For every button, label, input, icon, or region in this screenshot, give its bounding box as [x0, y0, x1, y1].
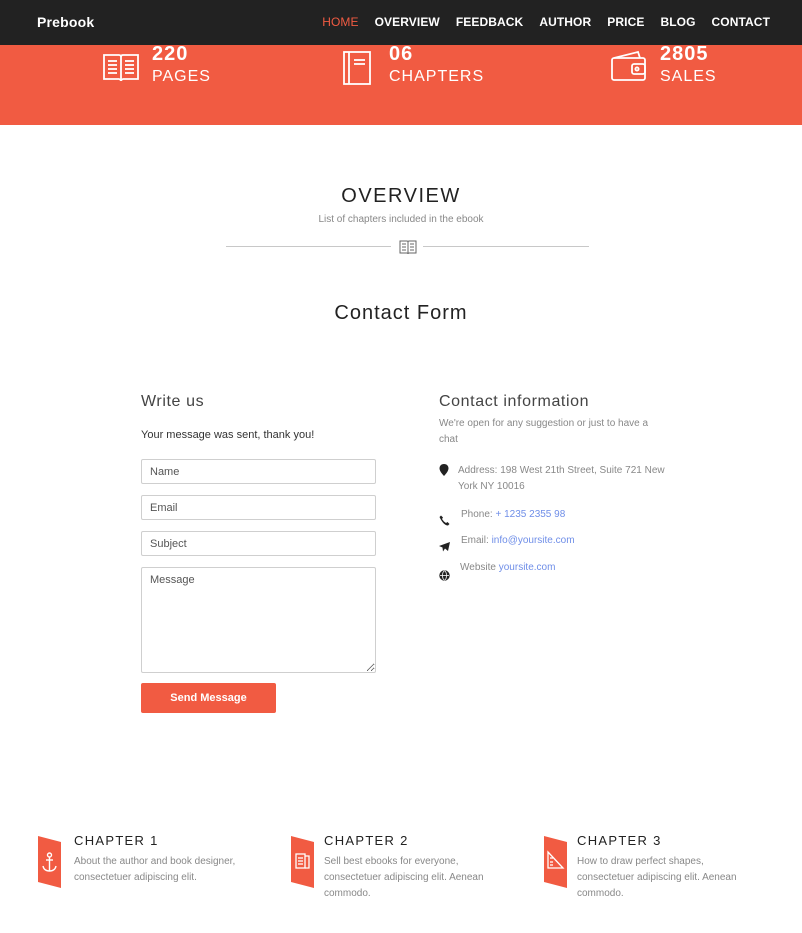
send-message-button[interactable]: Send Message [141, 683, 276, 713]
contact-info-intro: We're open for any suggestion or just to… [439, 418, 649, 445]
map-pin-icon [439, 463, 451, 476]
overview-subtitle: List of chapters included in the ebook [318, 214, 484, 225]
chapter-card-1: CHAPTER 1 About the author and book desi… [38, 833, 258, 903]
nav-item-overview[interactable]: OVERVIEW [375, 15, 440, 29]
name-field[interactable] [141, 459, 376, 484]
book-icon [399, 240, 417, 259]
nav-item-price[interactable]: PRICE [607, 15, 644, 29]
email-label: Email: [461, 535, 489, 546]
top-navbar: Prebook HOME OVERVIEW FEEDBACK AUTHOR PR… [0, 0, 802, 45]
website-label: Website [460, 562, 496, 573]
stat-number: 06 [389, 43, 414, 65]
stat-label: CHAPTERS [389, 68, 485, 85]
divider-left [226, 246, 391, 247]
phone-label: Phone: [461, 509, 493, 520]
chapter-title: CHAPTER 1 [74, 833, 159, 848]
write-us-heading: Write us [141, 393, 205, 410]
phone-link[interactable]: + 1235 2355 98 [495, 509, 565, 520]
stats-band: 220 PAGES 06 CHAPTERS 2805 SALES [0, 43, 802, 125]
closed-book-icon [342, 50, 372, 91]
nav-item-feedback[interactable]: FEEDBACK [456, 15, 523, 29]
message-field[interactable] [141, 567, 376, 673]
email-field[interactable] [141, 495, 376, 520]
contact-info-heading: Contact information [439, 393, 590, 410]
nav-item-author[interactable]: AUTHOR [539, 15, 591, 29]
overview-title: OVERVIEW [341, 185, 461, 207]
divider-right [423, 246, 589, 247]
phone-icon [439, 513, 451, 526]
contact-form-title: Contact Form [334, 302, 468, 324]
brand-logo[interactable]: Prebook [37, 14, 94, 30]
address-text: Address: 198 West 21th Street, Suite 721… [458, 465, 665, 492]
stat-number: 220 [152, 43, 189, 65]
anchor-icon [38, 836, 61, 888]
email-link[interactable]: info@yoursite.com [492, 535, 575, 546]
chapter-title: CHAPTER 2 [324, 833, 409, 848]
nav-item-blog[interactable]: BLOG [660, 15, 695, 29]
globe-icon [439, 568, 451, 581]
chapter-card-2: CHAPTER 2 Sell best ebooks for everyone,… [288, 833, 508, 903]
open-book-icon [102, 50, 140, 87]
subject-field[interactable] [141, 531, 376, 556]
ruler-icon [544, 836, 567, 888]
stat-label: SALES [660, 68, 717, 85]
nav-item-home[interactable]: HOME [322, 15, 358, 29]
main-nav: HOME OVERVIEW FEEDBACK AUTHOR PRICE BLOG… [306, 15, 770, 29]
website-link[interactable]: yoursite.com [499, 562, 556, 573]
nav-item-contact[interactable]: CONTACT [712, 15, 770, 29]
chapter-description: How to draw perfect shapes, consectetuer… [577, 856, 737, 899]
stat-label: PAGES [152, 68, 211, 85]
wallet-icon [610, 50, 648, 87]
chapter-description: Sell best ebooks for everyone, consectet… [324, 856, 484, 899]
paper-plane-icon [439, 539, 451, 552]
stat-number: 2805 [660, 43, 709, 65]
chapter-description: About the author and book designer, cons… [74, 856, 236, 883]
chapter-card-3: CHAPTER 3 How to draw perfect shapes, co… [541, 833, 761, 903]
chapter-title: CHAPTER 3 [577, 833, 662, 848]
success-message: Your message was sent, thank you! [141, 429, 315, 441]
document-icon [291, 836, 314, 888]
